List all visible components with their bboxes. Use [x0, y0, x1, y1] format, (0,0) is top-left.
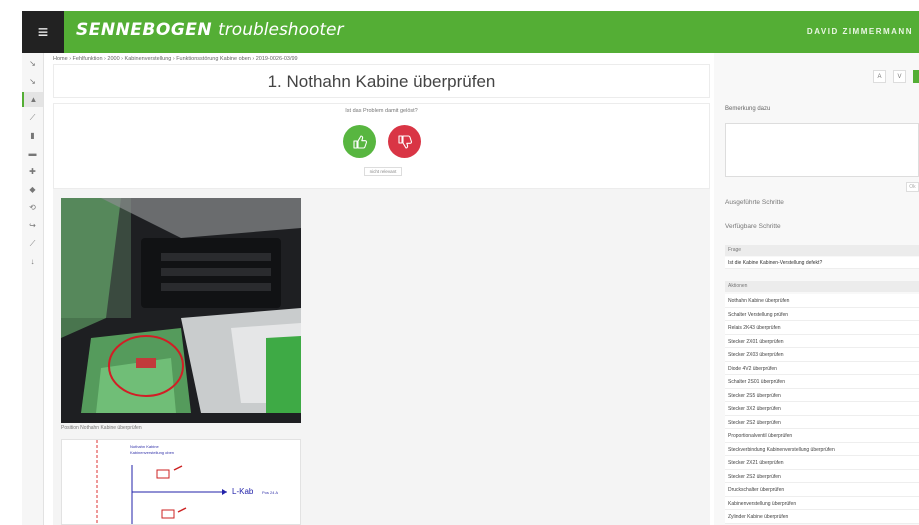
rail-item-12[interactable]: ↓ — [22, 254, 43, 269]
remark-label: Bemerkung dazu — [725, 106, 771, 112]
rail-item-2[interactable]: ↘ — [22, 74, 43, 89]
brand-logo: SENNEBOGEN — [76, 20, 213, 40]
machine-photo — [61, 198, 301, 423]
step-item[interactable]: Nothahn Kabine überprüfen — [725, 294, 919, 308]
control-label: A — [877, 73, 882, 80]
schematic-label-3: L-Kab — [232, 487, 254, 496]
question-header: Frage — [725, 245, 919, 256]
rail-item-8[interactable]: ◆ — [22, 182, 43, 197]
remark-save-button[interactable]: Ok — [906, 182, 919, 192]
rail-item-10[interactable]: ↪ — [22, 218, 43, 233]
step-item[interactable]: Schalter 2S01 überprüfen — [725, 375, 919, 389]
brand-subtitle: troubleshooter — [218, 20, 344, 40]
rail-item-3[interactable]: ▲ — [22, 92, 43, 107]
rail-icon: ↪ — [29, 221, 36, 230]
step-item[interactable]: Stecker 2S5 überprüfen — [725, 388, 919, 402]
step-item[interactable]: Stecker 2X21 überprüfen — [725, 456, 919, 470]
step-item[interactable]: Diode 4V2 überprüfen — [725, 361, 919, 375]
thumbs-up-button[interactable] — [343, 125, 376, 158]
schematic-label-4: Pos 24 A — [262, 490, 279, 495]
schematic-diagram: Nothahn Kabine Kabinenverstellung oben L… — [61, 439, 301, 525]
left-rail: ↘ ↘ ▲ ⟋ ▮ ▬ ✚ ◆ ⟲ ↪ ⟋ ↓ — [22, 53, 44, 525]
step-item[interactable]: Stecker 3X2 überprüfen — [725, 402, 919, 416]
rail-item-1[interactable]: ↘ — [22, 56, 43, 71]
rail-icon: ▮ — [30, 131, 35, 140]
feedback-question: Ist das Problem damit gelöst? — [345, 108, 418, 114]
breadcrumb[interactable]: Home › Fehlfunktion › 2000 › Kabinenvers… — [53, 56, 298, 62]
hamburger-icon: ≡ — [37, 21, 49, 42]
schematic-label-1: Nothahn Kabine — [130, 444, 159, 449]
step-item[interactable]: Relais 2K43 überprüfen — [725, 321, 919, 335]
rail-icon: ↘ — [29, 77, 36, 86]
steps-list: Nothahn Kabine überprüfen Schalter Verst… — [725, 294, 919, 524]
schematic-illustration — [96, 440, 227, 524]
thumbs-up-icon — [352, 134, 367, 149]
step-item[interactable]: Stecker 2S2 überprüfen — [725, 415, 919, 429]
control-button-2[interactable]: V — [893, 70, 906, 83]
rail-item-7[interactable]: ✚ — [22, 164, 43, 179]
rail-item-5[interactable]: ▮ — [22, 128, 43, 143]
feedback-panel: Ist das Problem damit gelöst? nicht rele… — [53, 103, 710, 189]
rail-icon: ▲ — [29, 95, 38, 104]
step-item[interactable]: Zylinder Kabine überprüfen — [725, 510, 919, 524]
step-item[interactable]: Proportionalventil überprüfen — [725, 429, 919, 443]
control-label: V — [897, 73, 902, 80]
step-item[interactable]: Stecker 2S2 überprüfen — [725, 469, 919, 483]
thumbs-down-icon — [397, 134, 412, 149]
rail-icon: ⟋ — [29, 112, 36, 122]
step-item[interactable]: Schalter Verstellung prüfen — [725, 307, 919, 321]
steps-header: Aktionen — [725, 281, 919, 292]
schematic-label-2: Kabinenverstellung oben — [130, 450, 175, 455]
brand[interactable]: SENNEBOGEN troubleshooter — [76, 20, 344, 40]
step-item[interactable]: Stecker 2X01 überprüfen — [725, 334, 919, 348]
thumbs-down-button[interactable] — [388, 125, 421, 158]
menu-button[interactable]: ≡ — [22, 11, 64, 53]
step-item[interactable]: Stecker 2X03 überprüfen — [725, 348, 919, 362]
title-panel: 1. Nothahn Kabine überprüfen — [53, 64, 710, 98]
step-item[interactable]: Kabinenverstellung überprüfen — [725, 496, 919, 510]
rail-icon: ✚ — [29, 167, 36, 176]
control-button-1[interactable]: A — [873, 70, 886, 83]
photo-caption: Position Nothahn Kabine überprüfen — [61, 425, 142, 431]
rail-icon: ↘ — [29, 59, 36, 68]
step-item[interactable]: Druckschalter überprüfen — [725, 483, 919, 497]
available-steps-label: Verfügbare Schritte — [725, 223, 781, 230]
rail-icon: ⟲ — [29, 203, 36, 212]
skip-button[interactable]: nicht relevant — [364, 167, 402, 176]
control-button-active[interactable] — [913, 70, 919, 83]
rail-icon: ▬ — [28, 149, 37, 158]
rail-icon: ◆ — [29, 185, 36, 194]
executed-steps-label: Ausgeführte Schritte — [725, 199, 784, 206]
user-name[interactable]: DAVID ZIMMERMANN — [807, 27, 913, 36]
photo-illustration — [61, 198, 301, 423]
rail-item-6[interactable]: ▬ — [22, 146, 43, 161]
rail-item-11[interactable]: ⟋ — [22, 236, 43, 251]
page-title: 1. Nothahn Kabine überprüfen — [267, 72, 496, 91]
rail-item-9[interactable]: ⟲ — [22, 200, 43, 215]
rail-icon: ↓ — [30, 257, 35, 266]
step-item[interactable]: Steckverbindung Kabinenverstellung überp… — [725, 442, 919, 456]
remark-textarea[interactable] — [725, 123, 919, 177]
rail-icon: ⟋ — [29, 238, 36, 248]
rail-item-4[interactable]: ⟋ — [22, 110, 43, 125]
question-row[interactable]: Ist die Kabine Kabinen-Verstellung defek… — [725, 257, 919, 269]
